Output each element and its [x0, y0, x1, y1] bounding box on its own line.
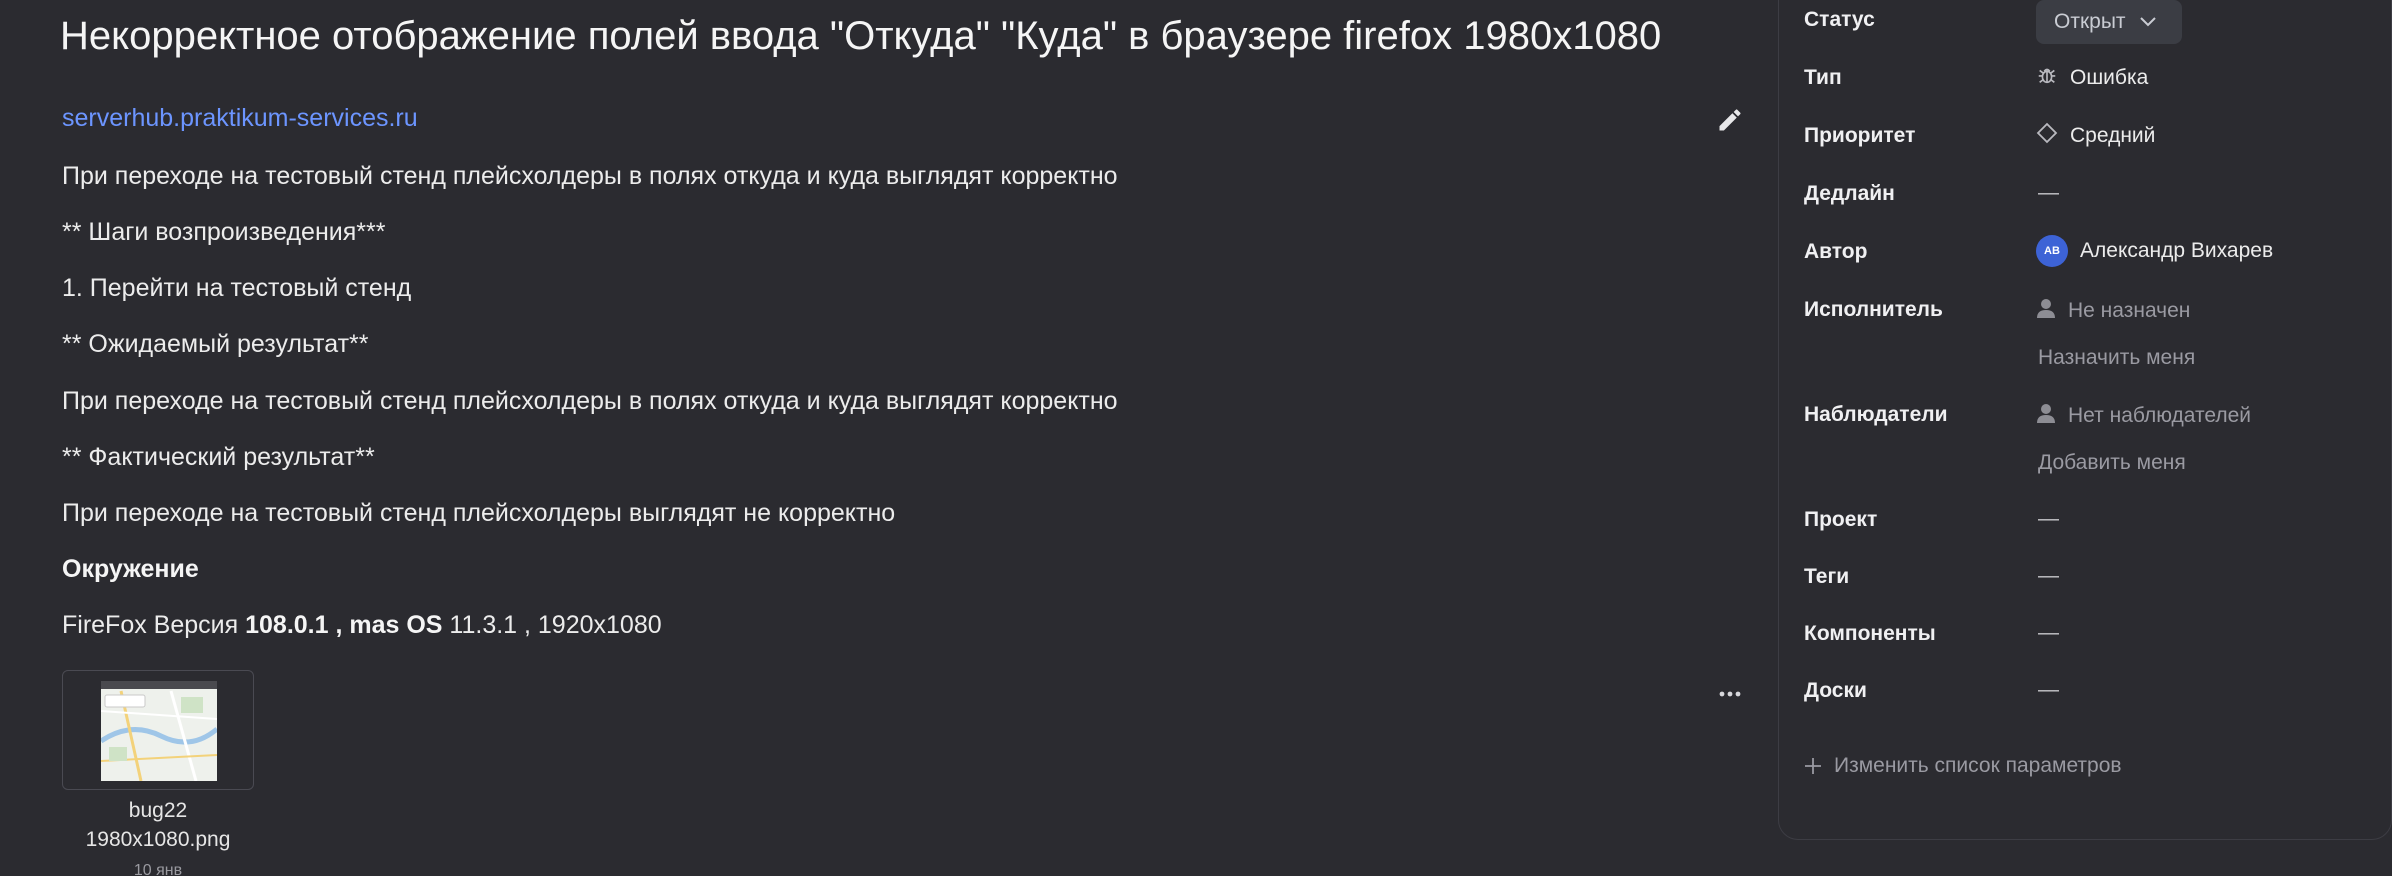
project-label: Проект	[1804, 508, 1878, 531]
watchers-value[interactable]: Нет наблюдателей	[2036, 402, 2251, 430]
project-value[interactable]: —	[2038, 507, 2059, 531]
author-name: Александр Вихарев	[2080, 239, 2274, 262]
description-line: При переходе на тестовый стенд плейсхолд…	[62, 499, 896, 527]
deadline-label: Дедлайн	[1804, 182, 1895, 205]
environment-bold-text: 108.0.1 , mas OS	[245, 611, 443, 639]
attachment-name[interactable]: bug22 1980x1080.png	[62, 796, 254, 854]
environment-text: FireFox Версия	[62, 611, 246, 639]
components-value[interactable]: —	[2038, 621, 2059, 645]
environment-heading-text: Окружение	[62, 555, 199, 583]
environment-text: 11.3.1 , 1920х1080	[442, 611, 662, 639]
description-line: ** Шаги возпроизведения***	[62, 218, 386, 246]
bug-icon	[2036, 64, 2058, 92]
attachment-thumbnail	[101, 681, 217, 781]
assign-me-link[interactable]: Назначить меня	[2038, 346, 2195, 370]
priority-label: Приоритет	[1804, 124, 1916, 147]
issue-title: Некорректное отображение полей ввода "От…	[60, 14, 1662, 58]
plus-icon	[1805, 758, 1821, 774]
assignee-text: Не назначен	[2068, 299, 2191, 322]
description-line: ** Фактический результат**	[62, 443, 375, 471]
description-line: 1. Перейти на тестовый стенд	[62, 274, 412, 302]
assignee-label: Исполнитель	[1804, 298, 1943, 321]
attachment-date: 10 янв	[133, 862, 183, 876]
environment-heading: Окружение	[62, 551, 199, 587]
more-options-icon[interactable]	[1716, 680, 1744, 708]
status-dropdown[interactable]: Открыт	[2036, 0, 2182, 44]
description-line: При переходе на тестовый стенд плейсхолд…	[62, 162, 1118, 190]
attachment-card[interactable]	[62, 670, 254, 790]
assignee-value[interactable]: Не назначен	[2036, 297, 2190, 325]
tags-label: Теги	[1804, 565, 1850, 588]
change-params-button[interactable]: Изменить список параметров	[1804, 754, 2122, 778]
tags-value[interactable]: —	[2038, 564, 2059, 588]
watchers-text: Нет наблюдателей	[2068, 404, 2252, 427]
priority-text: Средний	[2070, 124, 2156, 147]
description-line: При переходе на тестовый стенд плейсхолд…	[62, 387, 1118, 415]
add-me-link[interactable]: Добавить меня	[2038, 451, 2186, 475]
diamond-icon	[2036, 122, 2058, 150]
type-value[interactable]: Ошибка	[2036, 64, 2148, 92]
person-icon	[2036, 402, 2056, 430]
environment-line: FireFox Версия 108.0.1 , mas OS 11.3.1 ,…	[62, 607, 662, 643]
watchers-label: Наблюдатели	[1804, 403, 1948, 426]
deadline-value[interactable]: —	[2038, 181, 2059, 205]
status-value: Открыт	[2054, 10, 2126, 33]
issue-main: Некорректное отображение полей ввода "От…	[0, 0, 1760, 876]
issue-page: Некорректное отображение полей ввода "От…	[0, 0, 2392, 876]
priority-value[interactable]: Средний	[2036, 122, 2155, 150]
components-label: Компоненты	[1804, 622, 1936, 645]
type-label: Тип	[1804, 66, 1842, 89]
avatar: AB	[2036, 235, 2068, 267]
boards-label: Доски	[1804, 679, 1867, 702]
author-label: Автор	[1804, 240, 1868, 263]
boards-value[interactable]: —	[2038, 678, 2059, 702]
edit-pencil-icon[interactable]	[1716, 106, 1744, 134]
issue-link[interactable]: serverhub.praktikum-services.ru	[62, 104, 418, 133]
person-icon	[2036, 297, 2056, 325]
type-text: Ошибка	[2070, 66, 2149, 89]
change-params-label: Изменить список параметров	[1834, 754, 2122, 777]
chevron-down-icon	[2139, 17, 2156, 27]
author-value[interactable]: AB Александр Вихарев	[2036, 235, 2273, 267]
status-label: Статус	[1804, 8, 1875, 31]
description-line: ** Ожидаемый результат**	[62, 330, 369, 358]
